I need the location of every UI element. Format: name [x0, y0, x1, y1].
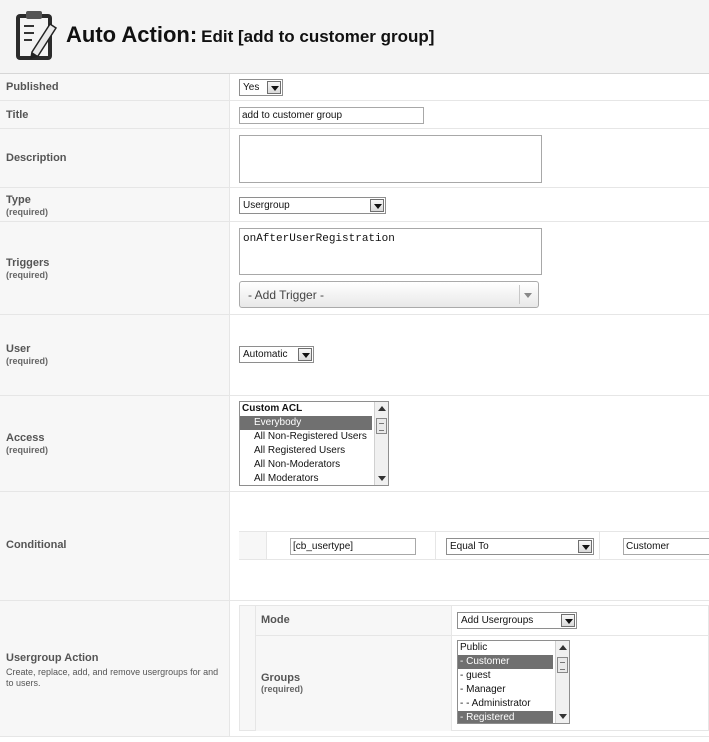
chevron-down-icon[interactable] — [561, 614, 575, 627]
triggers-label-cell: Triggers (required) — [0, 222, 230, 314]
title-label-cell: Title — [0, 101, 230, 128]
page-title-main: Auto Action: — [66, 22, 198, 47]
published-label-cell: Published — [0, 74, 230, 100]
usergroup-action-label-cell: Usergroup Action Create, replace, add, a… — [0, 601, 230, 736]
mode-select[interactable]: Add Usergroups — [457, 612, 577, 629]
access-option[interactable]: All Registered Users — [240, 444, 388, 458]
conditional-divider — [435, 532, 436, 559]
groups-label-cell: Groups (required) — [256, 636, 452, 731]
add-trigger-divider — [519, 285, 520, 304]
conditional-handle-cell — [239, 532, 267, 559]
user-label: User — [6, 343, 31, 355]
subtable-side-column — [240, 606, 256, 730]
page-title-sub: Edit [add to customer group] — [201, 27, 435, 46]
scroll-thumb[interactable] — [557, 657, 568, 673]
type-label-cell: Type (required) — [0, 188, 230, 221]
groups-option[interactable]: Public — [458, 641, 569, 655]
triggers-label: Triggers — [6, 257, 50, 269]
user-required: (required) — [6, 356, 49, 366]
chevron-down-icon[interactable] — [298, 348, 312, 361]
groups-option[interactable]: - Customer — [458, 655, 553, 669]
type-required: (required) — [6, 207, 49, 217]
mode-label: Mode — [261, 614, 290, 626]
conditional-divider — [599, 532, 600, 559]
chevron-down-icon[interactable] — [578, 540, 592, 553]
type-label: Type — [6, 194, 31, 206]
access-option[interactable]: All Non-Registered Users — [240, 430, 388, 444]
page-title: Auto Action: Edit [add to customer group] — [66, 22, 434, 48]
user-select-value: Automatic — [243, 349, 288, 360]
mode-select-value: Add Usergroups — [461, 615, 534, 626]
conditional-field-input[interactable] — [290, 538, 416, 555]
access-option[interactable]: Everybody — [240, 416, 372, 430]
groups-option[interactable]: - Registered — [458, 711, 553, 723]
published-label: Published — [6, 81, 59, 93]
conditional-operator-value: Equal To — [450, 541, 489, 552]
clipboard-pencil-icon — [16, 11, 58, 60]
scroll-up-icon[interactable] — [559, 645, 567, 650]
published-row: Published — [0, 74, 709, 101]
usergroup-action-description: Create, replace, add, and remove usergro… — [6, 667, 219, 688]
title-label: Title — [6, 109, 29, 121]
usergroup-action-label: Usergroup Action — [6, 652, 99, 664]
conditional-label-cell: Conditional — [0, 492, 230, 600]
scroll-up-icon[interactable] — [378, 406, 386, 411]
mode-label-cell: Mode — [256, 606, 452, 635]
triggers-required: (required) — [6, 270, 49, 280]
user-label-cell: User (required) — [0, 315, 230, 395]
groups-option[interactable]: - - Administrator — [458, 697, 569, 711]
groups-listbox[interactable]: Public - Customer - guest - Manager - - … — [457, 640, 570, 724]
scroll-down-icon[interactable] — [559, 714, 567, 719]
groups-required: (required) — [261, 684, 304, 694]
groups-label: Groups — [261, 672, 301, 684]
groups-scrollbar[interactable] — [555, 641, 569, 723]
chevron-down-icon[interactable] — [267, 81, 281, 94]
access-option[interactable]: All Non-Moderators — [240, 458, 388, 472]
access-required: (required) — [6, 445, 49, 455]
type-select-value: Usergroup — [243, 200, 290, 211]
conditional-label: Conditional — [6, 539, 67, 551]
access-listbox[interactable]: Custom ACL Everybody All Non-Registered … — [239, 401, 389, 486]
triggers-textarea[interactable]: onAfterUserRegistration — [239, 228, 542, 275]
published-select-value: Yes — [243, 82, 260, 93]
description-label: Description — [6, 152, 67, 164]
scroll-down-icon[interactable] — [378, 476, 386, 481]
user-row: User (required) — [0, 315, 709, 396]
description-textarea[interactable] — [239, 135, 542, 183]
groups-option[interactable]: - guest — [458, 669, 569, 683]
chevron-down-icon[interactable] — [524, 293, 532, 298]
access-label: Access — [6, 432, 45, 444]
user-select[interactable]: Automatic — [239, 346, 314, 363]
access-option[interactable]: All Moderators — [240, 472, 388, 485]
access-group-label: Custom ACL — [242, 403, 303, 414]
access-scrollbar[interactable] — [374, 402, 388, 485]
conditional-operator-select[interactable]: Equal To — [446, 538, 594, 555]
type-select[interactable]: Usergroup — [239, 197, 386, 214]
conditional-value-input[interactable] — [623, 538, 709, 555]
title-input[interactable] — [239, 107, 424, 124]
description-label-cell: Description — [0, 129, 230, 187]
groups-option[interactable]: - Manager — [458, 683, 569, 697]
page-header: Auto Action: Edit [add to customer group] — [0, 0, 709, 74]
add-trigger-select[interactable]: - Add Trigger - — [239, 281, 539, 308]
chevron-down-icon[interactable] — [370, 199, 384, 212]
published-select[interactable]: Yes — [239, 79, 283, 96]
scroll-thumb[interactable] — [376, 418, 387, 434]
add-trigger-placeholder: - Add Trigger - — [248, 288, 325, 302]
access-label-cell: Access (required) — [0, 396, 230, 491]
